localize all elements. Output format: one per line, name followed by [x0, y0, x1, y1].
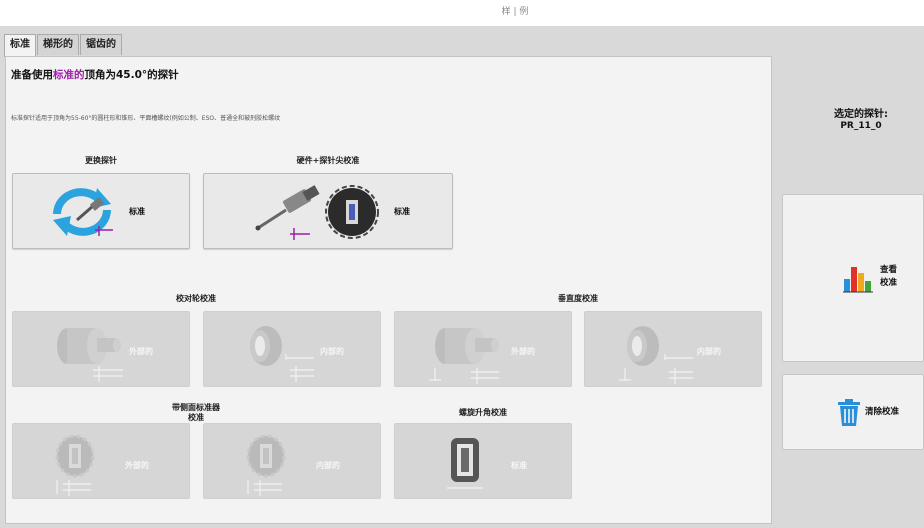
- probe-change-button[interactable]: 标准: [12, 173, 190, 249]
- section-probe-change: 更换探针: [85, 156, 117, 165]
- title-bar: 样 | 例: [0, 0, 924, 26]
- external-cylinder-icon: [57, 328, 123, 382]
- window-title: 样 | 例: [501, 7, 529, 17]
- perpendicular-internal-button[interactable]: 内部的: [584, 311, 762, 387]
- pitch-internal-label: 内部的: [316, 461, 340, 470]
- diameter-external-button[interactable]: 外部的: [12, 311, 190, 387]
- helix-ring-icon: [447, 438, 483, 489]
- selected-probe-value: PR_11_0: [840, 121, 882, 131]
- tab-trapezoidal[interactable]: 梯形的: [37, 34, 79, 55]
- main-area: 标准 梯形的 锯齿的 准备使用标准的顶角为45.0°的探针 标准探针适用于顶角为…: [0, 26, 924, 528]
- probe-ring-icon: [255, 185, 379, 240]
- trash-icon: [838, 399, 860, 426]
- internal-ring-icon: [250, 326, 314, 382]
- hardware-calibration-button[interactable]: 标准: [203, 173, 453, 249]
- view-calibration-label-line2: 校准: [880, 278, 898, 288]
- tab-buttress[interactable]: 锯齿的: [80, 34, 122, 55]
- section-pitch-diameter-calibration: 带侧面标准器 校准: [12, 403, 380, 423]
- perpendicular-internal-label: 内部的: [697, 347, 721, 356]
- section-helix-angle-calibration: 螺旋升角校准: [459, 408, 507, 417]
- heading-highlight: 标准的: [53, 69, 85, 81]
- perpendicular-external-button[interactable]: 外部的: [394, 311, 572, 387]
- bar-chart-icon: [843, 267, 873, 293]
- heading-prefix: 准备使用: [11, 69, 53, 81]
- helix-angle-label: 标准: [511, 461, 527, 470]
- external-cylinder-icon: [429, 328, 499, 384]
- section-perpendicularity-calibration: 垂直度校准: [558, 294, 598, 303]
- clear-calibration-label: 清除校准: [865, 407, 900, 417]
- clear-calibration-button[interactable]: 清除校准: [782, 374, 924, 450]
- section-pitch-line1: 带侧面标准器: [172, 403, 220, 412]
- perpendicular-external-label: 外部的: [511, 347, 535, 356]
- tab-standard[interactable]: 标准: [4, 34, 36, 57]
- refresh-probe-icon: [53, 188, 113, 236]
- description-text: 标准探针适用于顶角为55-60°的圆柱形和锥形、平面槽螺纹(例如公制、ESO、普…: [11, 115, 281, 122]
- page-heading: 准备使用标准的顶角为45.0°的探针: [11, 67, 179, 82]
- hardware-calibration-label: 标准: [394, 207, 410, 216]
- pitch-external-label: 外部的: [125, 461, 149, 470]
- selected-probe-label: 选定的探针:: [834, 109, 888, 120]
- tab-bar: 标准 梯形的 锯齿的: [4, 34, 123, 57]
- diameter-external-label: 外部的: [129, 347, 153, 356]
- gear-ring-icon: [55, 434, 95, 496]
- section-pitch-line2: 校准: [188, 413, 204, 422]
- diameter-internal-button[interactable]: 内部的: [203, 311, 381, 387]
- internal-ring-icon: [619, 326, 693, 384]
- heading-suffix: 顶角为45.0°的探针: [84, 69, 179, 81]
- helix-angle-button[interactable]: 标准: [394, 423, 572, 499]
- gear-ring-icon: [246, 434, 286, 496]
- diameter-internal-label: 内部的: [320, 347, 344, 356]
- pitch-internal-button[interactable]: 内部的: [203, 423, 381, 499]
- pitch-external-button[interactable]: 外部的: [12, 423, 190, 499]
- section-diameter-calibration: 校对轮校准: [176, 294, 216, 303]
- probe-change-label: 标准: [129, 207, 145, 216]
- view-calibration-label-line1: 查看: [880, 265, 898, 275]
- view-calibration-button[interactable]: 查看 校准: [782, 194, 924, 362]
- calibration-panel: 准备使用标准的顶角为45.0°的探针 标准探针适用于顶角为55-60°的圆柱形和…: [5, 56, 772, 524]
- section-hardware-calibration: 硬件+探针尖校准: [296, 156, 360, 165]
